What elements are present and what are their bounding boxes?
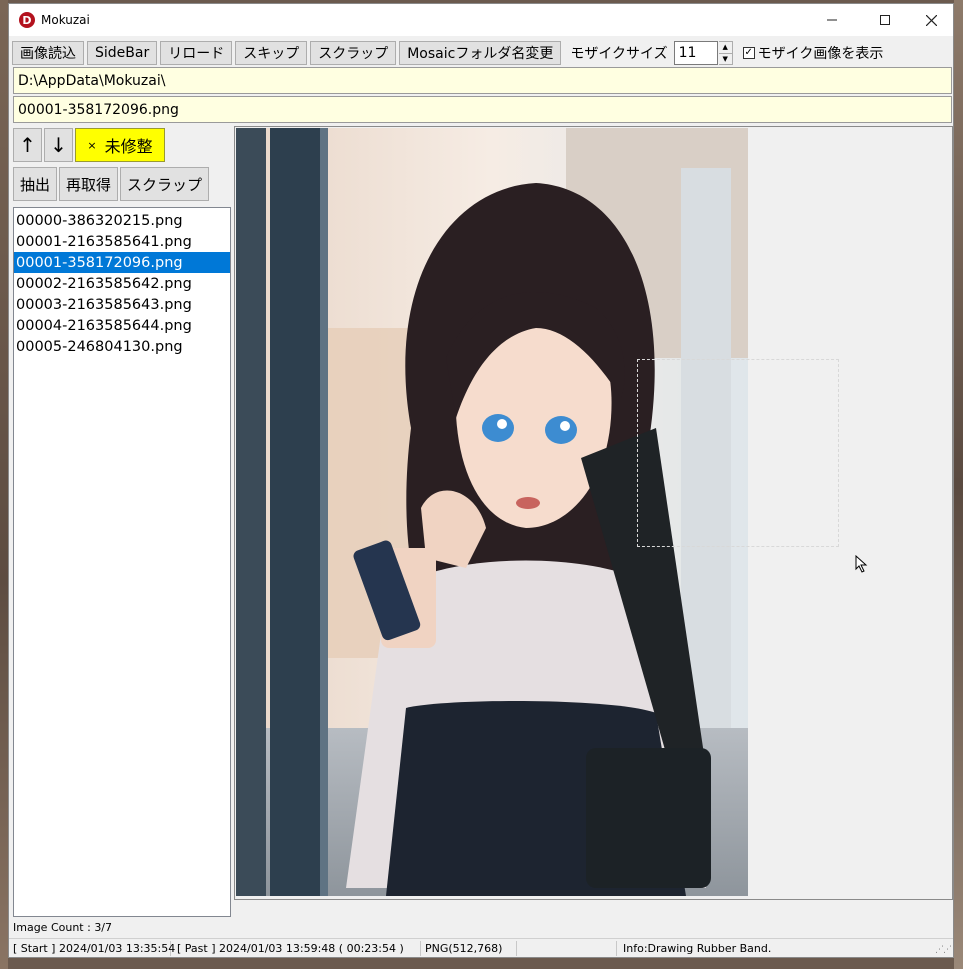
show-mosaic-checkbox[interactable]: ✓ モザイク画像を表示 [742,43,884,63]
status-image-format: PNG(512,768) [421,940,517,956]
toolbar: 画像読込 SideBar リロード スキップ スクラップ Mosaicフォルダ名… [12,40,883,66]
nav-row: ↑ ↓ × 未修整 [13,128,167,162]
sidebar-toggle-button[interactable]: SideBar [87,41,158,65]
minimize-icon [827,19,837,21]
skip-button[interactable]: スキップ [235,41,308,65]
mouse-cursor-icon [855,555,868,573]
file-list-item[interactable]: 00002-2163585642.png [14,273,230,294]
spin-up-icon[interactable]: ▲ [718,42,732,53]
file-list-item[interactable]: 00004-2163585644.png [14,315,230,336]
action-row: 抽出 再取得 スクラップ [13,167,211,201]
image-viewer[interactable] [234,126,953,900]
move-down-button[interactable]: ↓ [44,128,73,162]
app-icon: D [19,12,35,28]
mosaic-size-label: モザイクサイズ [570,46,668,62]
rubber-band-selection[interactable] [637,359,839,547]
checkbox-check-icon[interactable]: ✓ [742,47,755,59]
image-count: Image Count : 3/7 [13,921,113,934]
file-list-item[interactable]: 00003-2163585643.png [14,294,230,315]
reload-button[interactable]: リロード [160,41,233,65]
status-bar: [ Start ] 2024/01/03 13:35:54 [ Past ] 2… [9,938,953,957]
spin-down-icon[interactable]: ▼ [718,52,732,64]
desktop-background-right [954,0,963,969]
app-window: D Mokuzai 画像読込 SideBar リロード スキップ スクラップ M… [8,3,954,958]
maximize-icon [880,15,890,25]
status-info: Info:Drawing Rubber Band. [623,941,772,955]
status-label: 未修整 [104,137,153,156]
status-past-time: [ Past ] 2024/01/03 13:59:48 ( 00:23:54 … [171,940,421,956]
window-title: Mokuzai [41,13,90,27]
desktop-background-left [0,0,8,969]
close-button[interactable] [908,4,954,36]
refetch-button[interactable]: 再取得 [59,167,119,201]
unretouched-status-button[interactable]: × 未修整 [75,128,165,162]
extract-button[interactable]: 抽出 [13,167,58,201]
move-up-button[interactable]: ↑ [13,128,42,162]
sidebar-panel: ↑ ↓ × 未修整 抽出 再取得 スクラップ 00000-386320215.p… [12,127,232,919]
minimize-button[interactable] [809,4,855,36]
rename-mosaic-folder-button[interactable]: Mosaicフォルダ名変更 [399,41,562,65]
maximize-button[interactable] [862,4,908,36]
file-list[interactable]: 00000-386320215.png 00001-2163585641.png 0… [13,207,231,917]
resize-grip-icon[interactable]: ⋰⋰ [935,945,952,955]
cross-icon: × [87,138,97,152]
scrap-button[interactable]: スクラップ [310,41,397,65]
mosaic-size-input[interactable]: 11 [673,41,718,65]
show-mosaic-label: モザイク画像を表示 [757,46,884,62]
folder-path-field[interactable]: D:\AppData\Mokuzai\ [13,67,952,94]
file-list-item[interactable]: 00005-246804130.png [14,336,230,357]
mosaic-size-stepper[interactable]: 11 ▲ ▼ [673,41,733,65]
current-file-field[interactable]: 00001-358172096.png [13,96,952,123]
mosaic-size-arrows[interactable]: ▲ ▼ [718,41,733,65]
file-list-item[interactable]: 00001-358172096.png [14,252,230,273]
close-icon [925,14,937,26]
title-bar[interactable]: D Mokuzai [9,4,953,36]
file-list-item[interactable]: 00001-2163585641.png [14,231,230,252]
file-list-item[interactable]: 00000-386320215.png [14,210,230,231]
load-images-button[interactable]: 画像読込 [12,41,84,65]
sidebar-scrap-button[interactable]: スクラップ [120,167,210,201]
status-empty-panel [517,940,617,956]
status-start-time: [ Start ] 2024/01/03 13:35:54 [9,940,175,956]
